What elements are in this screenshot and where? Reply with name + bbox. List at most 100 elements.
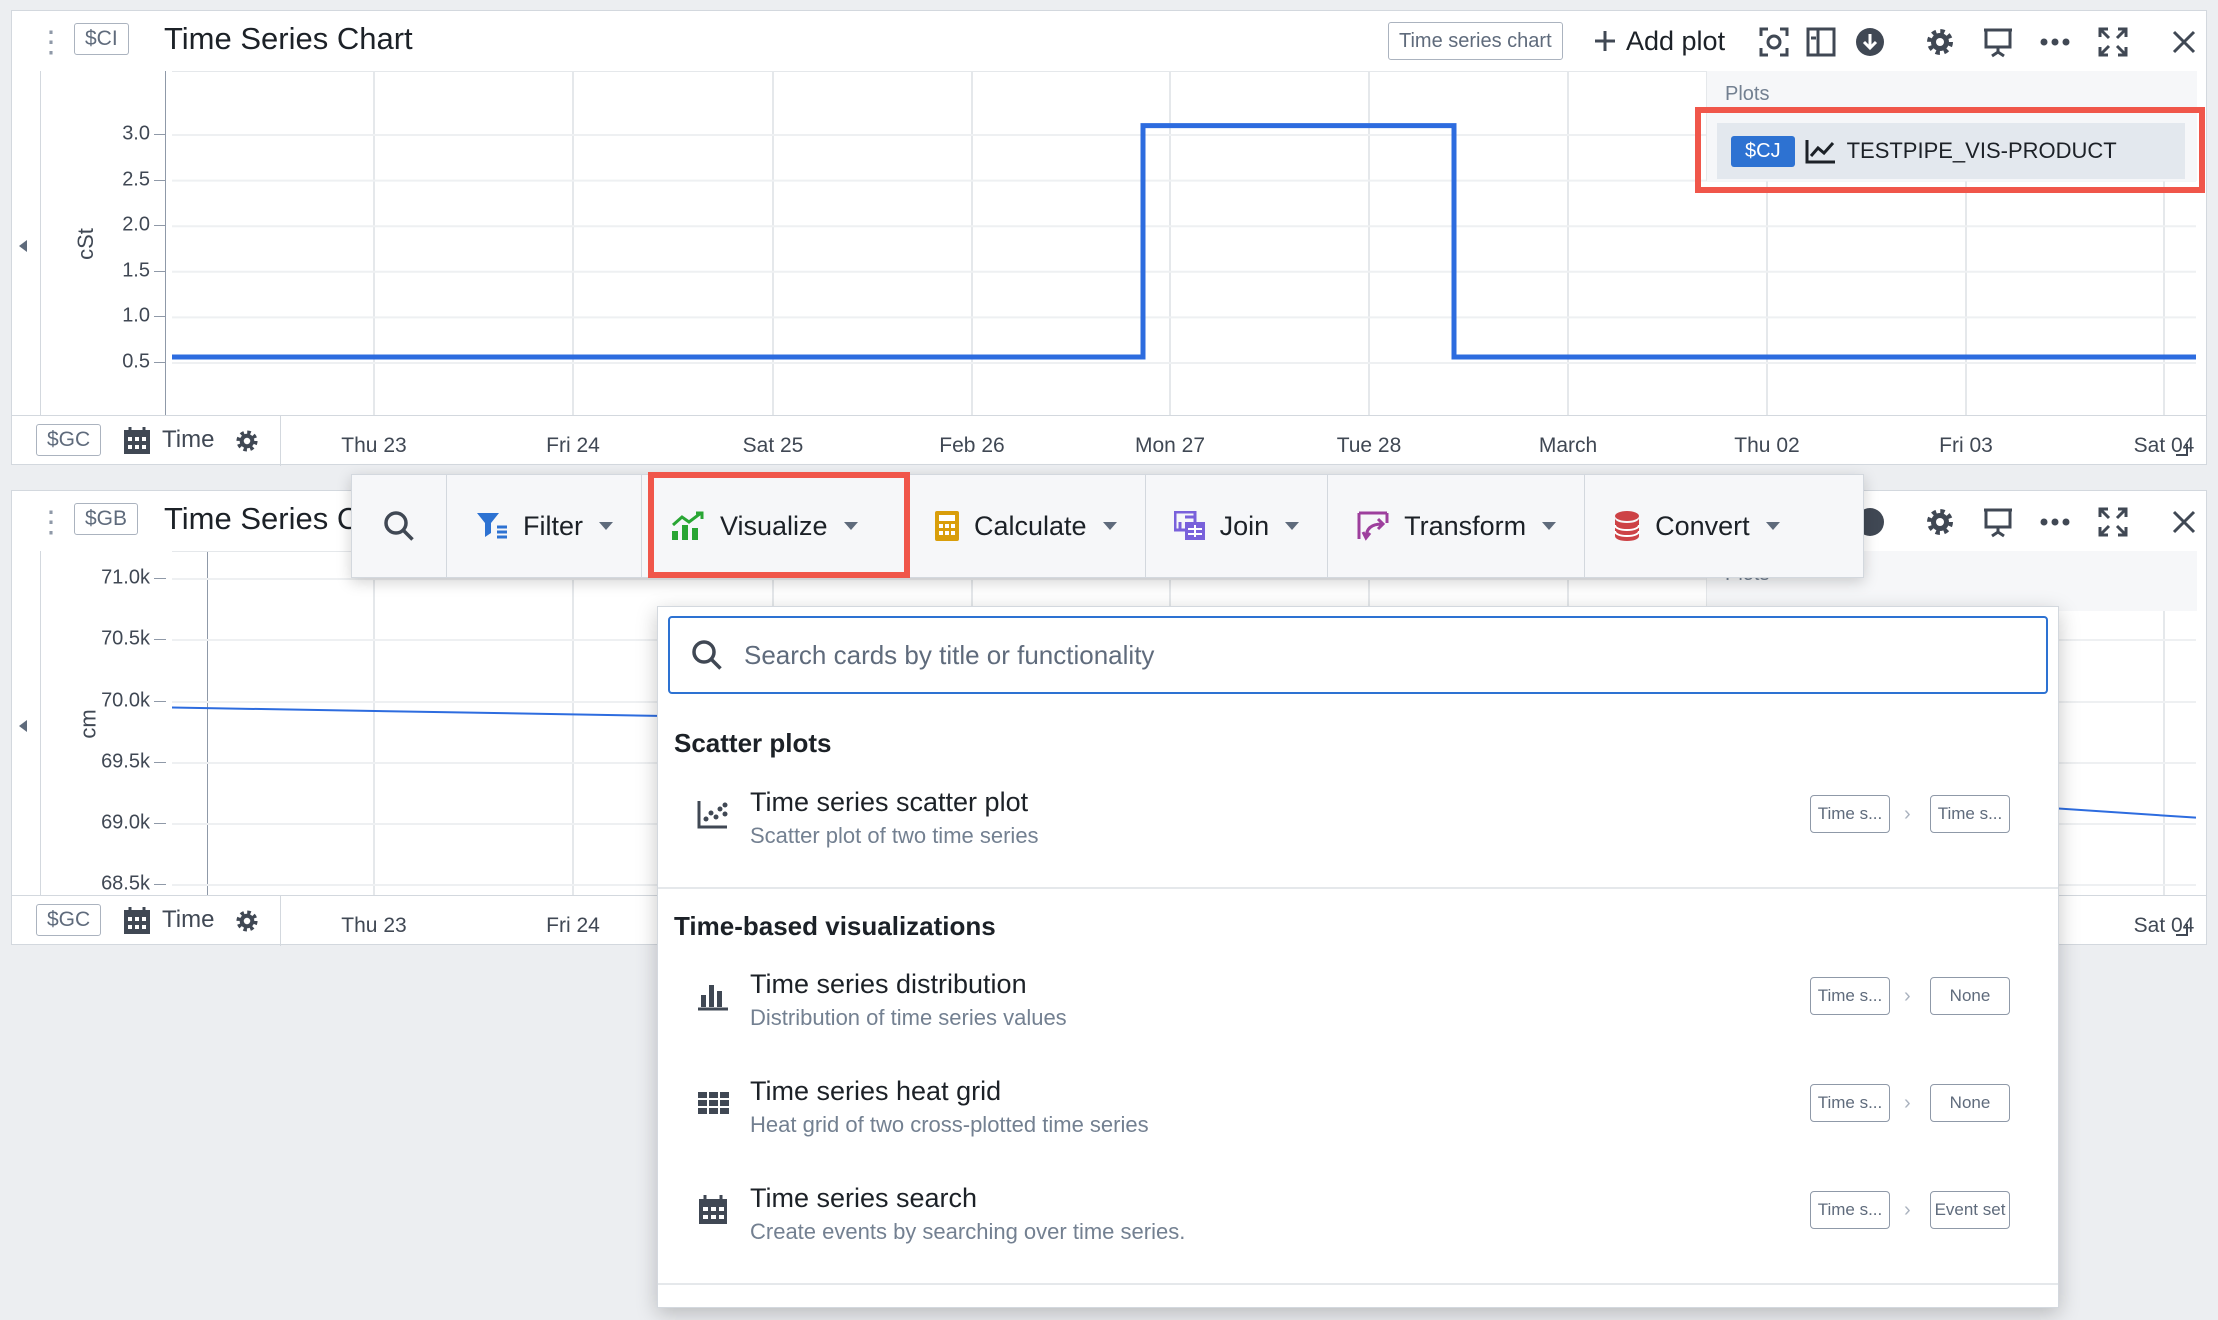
calendar-icon[interactable] (122, 426, 152, 456)
card-type-tag: Time series chart (1388, 22, 1563, 60)
y-axis: cm 71.0k 70.5k 70.0k 69.5k 69.0k 68.5k (12, 551, 208, 895)
option-description: Distribution of time series values (750, 1005, 1067, 1030)
panel-layout-icon[interactable] (1804, 25, 1838, 59)
caret-down-icon (1102, 522, 1117, 530)
x-axis-id-tag: $GC (36, 904, 102, 936)
close-icon[interactable] (2167, 505, 2201, 539)
plot-id-badge: $CJ (1731, 135, 1795, 167)
option-title: Time series heat grid (750, 1076, 1002, 1106)
y-tick-label: 70.0k (101, 689, 150, 712)
section-title-scatter: Scatter plots (674, 728, 832, 758)
y-axis-label: cSt (72, 228, 98, 260)
transform-label: Transform (1404, 510, 1527, 541)
calendar-icon[interactable] (122, 906, 152, 936)
option-heat-grid[interactable]: Time series heat grid Heat grid of two c… (658, 1064, 2058, 1160)
maximize-icon[interactable] (2096, 25, 2130, 59)
card-toolbar: Filter Visualize Calculate Join Transfor… (351, 474, 1864, 578)
caret-down-icon (1542, 522, 1557, 530)
resize-handle-icon[interactable] (2176, 444, 2188, 456)
resize-handle-icon[interactable] (2176, 924, 2188, 936)
x-axis-controls: $GC Time (12, 896, 281, 946)
output-type-tag: None (1930, 1084, 2010, 1122)
option-description: Scatter plot of two time series (750, 823, 1039, 848)
maximize-icon[interactable] (2096, 505, 2130, 539)
filter-menu[interactable]: Filter (447, 475, 642, 577)
join-label: Join (1219, 510, 1270, 541)
search-placeholder: Search cards by title or functionality (744, 639, 1155, 670)
line-chart-icon (1805, 140, 1835, 164)
add-plot-label: Add plot (1626, 25, 1726, 56)
option-title: Time series scatter plot (750, 787, 1029, 817)
transform-icon (1357, 511, 1389, 541)
bar-chart-icon (698, 985, 728, 1011)
calendar-icon (699, 1195, 727, 1224)
card-search-input[interactable]: Search cards by title or functionality (668, 616, 2048, 694)
card-title[interactable]: Time Series Chart (164, 21, 413, 57)
plot-row-testpipe[interactable]: $CJ TESTPIPE_VIS-PRODUCT (1717, 123, 2185, 179)
convert-menu[interactable]: Convert (1585, 475, 1808, 577)
x-tick-label: Mon 27 (1134, 434, 1206, 457)
search-icon (384, 511, 414, 541)
y-tick-mark (154, 225, 166, 227)
close-icon[interactable] (2167, 25, 2201, 59)
join-menu[interactable]: Join (1146, 475, 1329, 577)
filter-icon (477, 513, 507, 539)
calculate-menu[interactable]: Calculate (906, 475, 1146, 577)
option-distribution[interactable]: Time series distribution Distribution of… (658, 957, 2058, 1053)
y-tick-mark (154, 701, 166, 702)
plus-icon (1595, 31, 1615, 51)
y-tick-mark (154, 884, 166, 885)
y-tick-mark (154, 134, 166, 135)
presentation-icon[interactable] (1981, 505, 2015, 539)
database-icon (1614, 511, 1641, 541)
x-tick-label: Sat 25 (742, 434, 804, 457)
caret-down-icon (843, 522, 858, 530)
y-tick-label: 69.0k (101, 811, 150, 834)
plot-name: TESTPIPE_VIS-PRODUCT (1846, 138, 2117, 163)
presentation-icon[interactable] (1981, 25, 2015, 59)
toolbar-search-button[interactable] (352, 475, 447, 577)
filter-label: Filter (523, 510, 583, 541)
x-tick-label: Thu 23 (341, 914, 407, 937)
collapse-left-icon[interactable] (19, 240, 27, 252)
focus-icon[interactable] (1757, 25, 1791, 59)
download-icon[interactable] (1853, 25, 1887, 59)
x-tick-label: March (1538, 434, 1598, 457)
gear-icon[interactable] (1923, 505, 1957, 539)
chevron-right-icon: › (1904, 1092, 1911, 1114)
input-type-tag: Time s... (1810, 1084, 1890, 1122)
chevron-right-icon: › (1904, 985, 1911, 1007)
heat-grid-icon (698, 1092, 729, 1114)
caret-down-icon (1285, 522, 1300, 530)
y-tick-label: 2.5 (122, 168, 150, 191)
gear-icon[interactable] (234, 908, 260, 934)
option-scatter-plot[interactable]: Time series scatter plot Scatter plot of… (658, 775, 2058, 871)
add-plot-button[interactable]: Add plot (1592, 23, 1725, 59)
option-description: Create events by searching over time ser… (750, 1219, 1186, 1244)
card-header: ⋮⋮ $CI Time Series Chart Time series cha… (12, 11, 2206, 71)
input-type-tag: Time s... (1810, 977, 1890, 1015)
y-tick-mark (154, 179, 166, 181)
calculate-label: Calculate (974, 510, 1087, 541)
gear-icon[interactable] (1923, 25, 1957, 59)
transform-menu[interactable]: Transform (1328, 475, 1586, 577)
output-type-tag: Time s... (1930, 795, 2010, 833)
y-tick-label: 70.5k (101, 627, 150, 650)
join-table-icon (1173, 511, 1205, 540)
card-id-tag: $CI (74, 23, 129, 55)
y-tick-label: 0.5 (122, 350, 150, 373)
x-tick-label: Feb 26 (939, 434, 1005, 457)
visualize-menu[interactable]: Visualize (642, 475, 906, 577)
input-type-tag: Time s... (1810, 1191, 1890, 1229)
gear-icon[interactable] (234, 428, 260, 454)
option-search[interactable]: Time series search Create events by sear… (658, 1171, 2058, 1267)
more-icon[interactable] (2038, 25, 2072, 59)
more-icon[interactable] (2038, 505, 2072, 539)
y-tick-mark (154, 823, 166, 824)
y-tick-mark (154, 316, 166, 318)
card-title[interactable]: Time Series Ch (164, 501, 376, 537)
y-tick-label: 68.5k (101, 872, 150, 895)
collapse-left-icon[interactable] (19, 720, 27, 732)
y-tick-mark (154, 362, 166, 363)
y-tick-label: 1.0 (122, 304, 150, 327)
